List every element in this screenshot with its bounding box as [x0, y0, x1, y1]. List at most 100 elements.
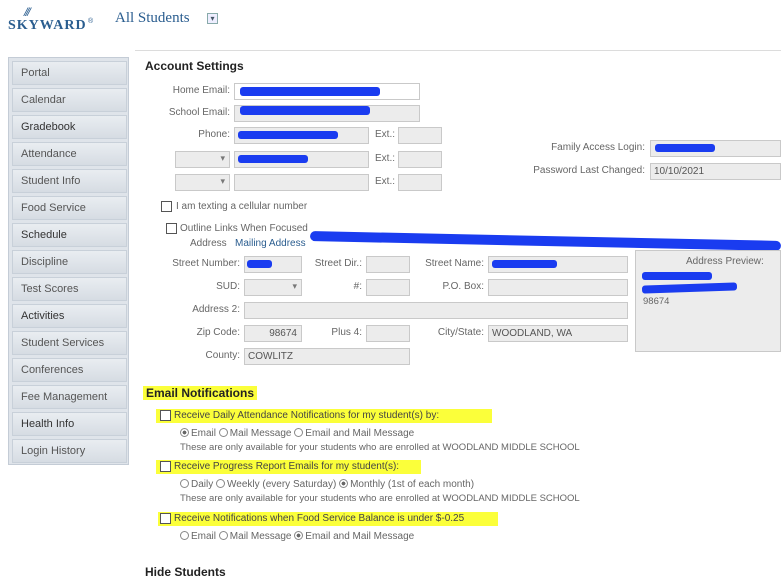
city-state-label: City/State: — [437, 327, 484, 338]
food-balance-options: Email Mail Message Email and Mail Messag… — [180, 531, 414, 542]
ext-input-3[interactable] — [398, 174, 442, 191]
student-selector-title[interactable]: All Students — [115, 10, 190, 27]
logo-word: SKYWARD — [8, 18, 87, 33]
phone-label: Phone: — [198, 129, 230, 140]
redaction-mark — [240, 87, 380, 96]
option-label: Email and Mail Message — [305, 531, 415, 542]
plus4-label: Plus 4: — [331, 327, 362, 338]
zip-code-input[interactable]: 98674 — [244, 325, 302, 342]
logo-trademark: ® — [88, 18, 94, 25]
attendance-notify-options: Email Mail Message Email and Mail Messag… — [180, 428, 414, 439]
sidebar-item-conferences[interactable]: Conferences — [12, 358, 127, 382]
street-dir-label: Street Dir.: — [314, 258, 362, 269]
food-balance-label: Receive Notifications when Food Service … — [174, 513, 465, 524]
radio-monthly[interactable] — [339, 479, 349, 488]
radio-mail-message[interactable] — [218, 531, 228, 540]
zip-code-label: Zip Code: — [196, 327, 240, 338]
county-input[interactable]: COWLITZ — [244, 348, 410, 365]
progress-report-options: Daily Weekly (every Saturday) Monthly (1… — [180, 479, 474, 490]
street-number-label: Street Number: — [172, 258, 240, 269]
po-box-label: P.O. Box: — [442, 281, 484, 292]
sidebar-nav: Portal Calendar Gradebook Attendance Stu… — [8, 57, 129, 465]
phone-type-select-3[interactable]: ▾ — [175, 174, 230, 191]
sidebar-item-health-info[interactable]: Health Info — [12, 412, 127, 436]
street-dir-input[interactable] — [366, 256, 410, 273]
address2-label: Address 2: — [192, 304, 240, 315]
option-label: Email — [191, 531, 217, 542]
redaction-mark — [238, 131, 338, 139]
skyward-logo: /// SKYWARD ® — [8, 4, 94, 36]
city-state-input[interactable]: WOODLAND, WA — [488, 325, 628, 342]
app-header: /// SKYWARD ® All Students ▾ — [0, 0, 781, 40]
radio-daily[interactable] — [180, 479, 189, 488]
option-label: Mail Message — [229, 428, 292, 439]
street-name-label: Street Name: — [425, 258, 484, 269]
sidebar-item-discipline[interactable]: Discipline — [12, 250, 127, 274]
outline-links-label: Outline Links When Focused — [180, 223, 308, 234]
sidebar-item-attendance[interactable]: Attendance — [12, 142, 127, 166]
redaction-mark — [642, 272, 712, 280]
text-alert-label: I am texting a cellular number — [176, 201, 308, 212]
attendance-notify-note: These are only available for your studen… — [180, 442, 580, 453]
text-alert-checkbox[interactable] — [161, 201, 172, 212]
mailing-address-link[interactable]: Mailing Address — [235, 238, 306, 249]
sidebar-item-activities[interactable]: Activities — [12, 304, 127, 328]
option-label: Email and Mail Message — [305, 428, 415, 439]
sidebar-item-login-history[interactable]: Login History — [12, 439, 127, 463]
sidebar-item-fee-management[interactable]: Fee Management — [12, 385, 127, 409]
plus4-input[interactable] — [366, 325, 410, 342]
option-label: Monthly (1st of each month) — [350, 479, 475, 490]
address2-input[interactable] — [244, 302, 628, 319]
option-label: Email — [191, 428, 217, 439]
number-input[interactable] — [366, 279, 410, 296]
number-label: #: — [353, 281, 362, 292]
sidebar-item-schedule[interactable]: Schedule — [12, 223, 127, 247]
sidebar-item-food-service[interactable]: Food Service — [12, 196, 127, 220]
dropdown-icon[interactable]: ▾ — [207, 13, 218, 24]
sidebar-item-portal[interactable]: Portal — [12, 61, 127, 85]
progress-report-note: These are only available for your studen… — [180, 493, 580, 504]
radio-weekly[interactable] — [216, 479, 226, 488]
chevron-down-icon: ▾ — [220, 176, 225, 186]
phone-type-select-2[interactable]: ▾ — [175, 151, 230, 168]
po-box-input[interactable] — [488, 279, 628, 296]
radio-email-and-mail[interactable] — [294, 531, 304, 540]
sidebar-item-test-scores[interactable]: Test Scores — [12, 277, 127, 301]
option-label: Mail Message — [229, 531, 292, 542]
option-label: Daily — [191, 479, 214, 490]
attendance-notify-checkbox[interactable] — [160, 410, 171, 421]
divider — [135, 50, 781, 51]
food-balance-checkbox[interactable] — [160, 513, 171, 524]
address-preview-label: Address Preview: — [686, 256, 764, 267]
school-email-label: School Email: — [168, 107, 230, 118]
email-notifications-title: Email Notifications — [143, 386, 258, 400]
ext-label: Ext.: — [375, 129, 396, 140]
sidebar-item-calendar[interactable]: Calendar — [12, 88, 127, 112]
account-settings-title: Account Settings — [145, 59, 244, 73]
ext-label: Ext.: — [375, 176, 396, 187]
redaction-mark — [309, 231, 781, 251]
option-label: Weekly (every Saturday) — [227, 479, 337, 490]
radio-email-and-mail[interactable] — [294, 428, 304, 437]
suite-select[interactable]: ▾ — [244, 279, 302, 296]
radio-email[interactable] — [180, 428, 189, 437]
redaction-mark — [655, 144, 715, 152]
phone-input-3[interactable] — [234, 174, 369, 191]
redaction-mark — [240, 106, 370, 115]
sidebar-item-gradebook[interactable]: Gradebook — [12, 115, 127, 139]
ext-label: Ext.: — [375, 153, 396, 164]
suite-label: SUD: — [216, 281, 240, 292]
redaction-mark — [492, 260, 557, 268]
outline-links-checkbox[interactable] — [166, 223, 177, 234]
ext-input-1[interactable] — [398, 127, 442, 144]
progress-report-checkbox[interactable] — [160, 461, 171, 472]
sidebar-item-student-services[interactable]: Student Services — [12, 331, 127, 355]
ext-input-2[interactable] — [398, 151, 442, 168]
radio-mail-message[interactable] — [218, 428, 228, 437]
county-label: County: — [205, 350, 240, 361]
attendance-notify-label: Receive Daily Attendance Notifications f… — [174, 410, 440, 421]
radio-email[interactable] — [180, 531, 189, 540]
sidebar-item-student-info[interactable]: Student Info — [12, 169, 127, 193]
password-changed-label: Password Last Changed: — [533, 165, 645, 176]
password-changed-value: 10/10/2021 — [650, 163, 781, 180]
